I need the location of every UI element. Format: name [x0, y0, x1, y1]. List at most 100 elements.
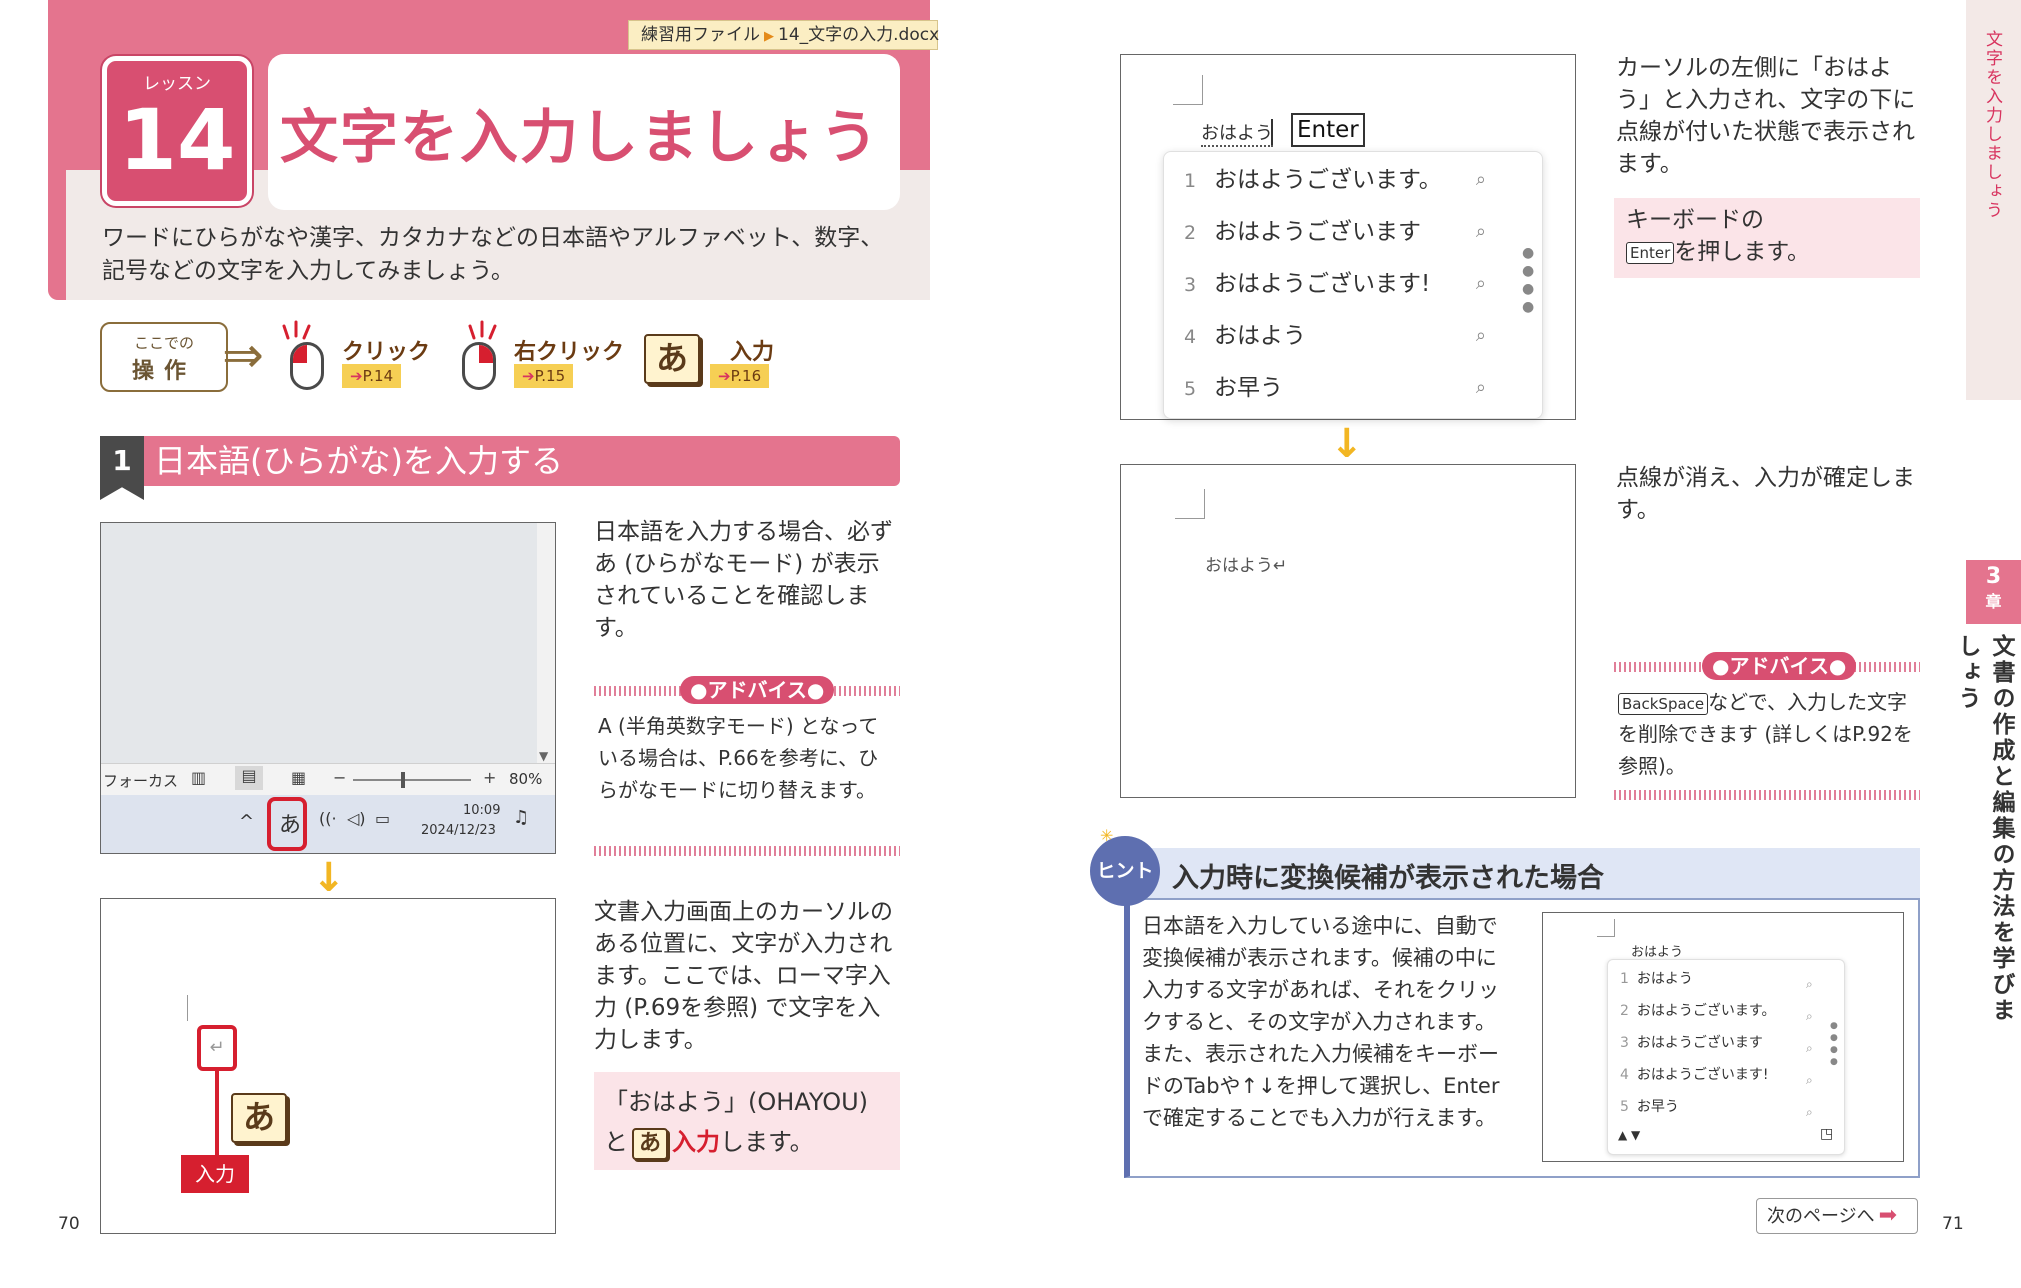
candidate-item[interactable]: 4 おはよう ⌕	[1164, 310, 1542, 362]
practice-file-label: 練習用ファイル	[641, 25, 760, 45]
advice1-label: ●アドバイス●	[680, 676, 835, 704]
candidate-screenshot: おはよう Enter 1 おはようございます。 ⌕ 2 おはようございます ⌕ 3 おはよ…	[1120, 54, 1576, 420]
read-mode-icon[interactable]: ▥	[191, 768, 206, 787]
search-icon[interactable]: ⌕	[1476, 154, 1486, 206]
document-screenshot: ↵ 入力 あ	[100, 898, 556, 1234]
focus-mode-label[interactable]: フォーカス	[103, 770, 178, 791]
taskbar-screenshot: ▼ フォーカス ▥ ▤ ▦ − + 80% ^ あ ((· ◁) ▭ 10:09…	[100, 522, 556, 854]
mini-candidate-item[interactable]: 3 おはようございます	[1620, 1032, 1763, 1052]
operation-right-click-label: 右クリック	[514, 340, 625, 365]
sparkle-icon: ✳	[1100, 826, 1114, 845]
print-layout-icon[interactable]: ▤	[235, 766, 263, 790]
chapter-number: 3	[1985, 564, 2002, 589]
document-area	[101, 523, 537, 763]
web-layout-icon[interactable]: ▦	[291, 768, 306, 787]
backspace-keycap: BackSpace	[1618, 692, 1709, 715]
clock-date[interactable]: 2024/12/23	[421, 823, 496, 838]
title-box: 文字を入力しましょう	[268, 54, 900, 210]
search-icon[interactable]: ⌕	[1476, 258, 1486, 310]
advice1-text: A (半角英数字モード) となっている場合は、P.66を参考に、ひらがなモードに…	[598, 714, 879, 802]
chevron-up-icon[interactable]: ^	[239, 811, 254, 832]
arrow-ref-icon: ➔	[522, 367, 535, 385]
ime-a-key-icon: あ	[231, 1093, 287, 1143]
margin-mark	[1175, 489, 1205, 519]
arrow-down-icon: ↓	[312, 855, 346, 901]
arrow-ref-icon: ➔	[350, 367, 363, 385]
scroll-down-icon[interactable]: ▼	[539, 749, 548, 763]
right-click-icon	[462, 342, 496, 390]
candidate-item[interactable]: 1 おはようございます。 ⌕	[1164, 154, 1542, 206]
step2-note-line2: とあ入力します。	[604, 1122, 890, 1162]
next-page-label: 次のページへ	[1767, 1206, 1875, 1227]
search-icon[interactable]: ⌕	[1476, 310, 1486, 362]
header-left-stripe	[48, 0, 66, 300]
hint-badge: ヒント	[1090, 836, 1160, 906]
operations-label-top: ここでの	[133, 334, 194, 352]
zoom-slider[interactable]	[353, 779, 471, 781]
running-title: 文字を入力しましょう	[1982, 30, 2002, 220]
mini-candidate-item[interactable]: 2 おはようございます。	[1620, 1000, 1776, 1020]
left-click-icon	[290, 342, 324, 390]
scrollbar[interactable]	[537, 523, 555, 763]
operations-box: ここでの 操作	[100, 322, 228, 392]
input-callout: 入力	[181, 1155, 249, 1193]
intro-line-1: ワードにひらがなや漢字、カタカナなどの日本語やアルファベット、数字、	[102, 225, 884, 251]
battery-icon[interactable]: ▭	[375, 809, 390, 828]
next-page-button[interactable]: 次のページへ ➡	[1756, 1198, 1918, 1234]
operations-label-bottom: 操作	[131, 359, 196, 384]
step1-text: 日本語を入力する場合、必ず あ (ひらがなモード) が表示されていることを確認し…	[594, 519, 893, 641]
step2-text: 文書入力画面上のカーソルのある位置に、文字が入力されます。ここでは、ローマ字入力…	[594, 899, 893, 1053]
zoom-level[interactable]: 80%	[509, 770, 542, 788]
page-number-left: 70	[58, 1214, 80, 1234]
step3-note: キーボードの Enter を押します。	[1614, 198, 1920, 278]
bell-icon[interactable]: ♫	[513, 807, 529, 828]
search-icon-column: ⌕ ⌕ ⌕ ⌕ ⌕	[1806, 977, 1813, 1119]
search-icon[interactable]: ⌕	[1476, 206, 1486, 258]
speaker-icon[interactable]: ◁)	[347, 809, 366, 828]
more-options-icon[interactable]: ● ● ● ●	[1522, 244, 1534, 316]
mini-candidate-item[interactable]: 4 おはようございます!	[1620, 1064, 1769, 1084]
step3-text: カーソルの左側に「おはよう」と入力され、文字の下に点線が付いた状態で表示されます…	[1616, 55, 1916, 177]
operation-input-ref: ➔P.16	[710, 364, 770, 388]
page-up-down-icon[interactable]: ▲ ▼	[1618, 1128, 1640, 1142]
clock-time[interactable]: 10:09	[463, 803, 500, 818]
ime-a-key-icon: あ	[632, 1128, 668, 1160]
zoom-slider-thumb[interactable]	[401, 772, 405, 788]
hint-title: 入力時に変換候補が表示された場合	[1172, 863, 1604, 894]
page-title: 文字を入力しましょう	[280, 103, 881, 171]
mini-candidate-item[interactable]: 1 おはよう	[1620, 968, 1693, 988]
more-options-icon[interactable]: ● ● ● ●	[1830, 1020, 1838, 1068]
mini-candidate-item[interactable]: 5 お早う	[1620, 1096, 1679, 1116]
hint-screenshot: おはよう 1 おはよう 2 おはようございます。 3 おはようございます 4 おはようご…	[1542, 912, 1904, 1162]
text-cursor	[1271, 119, 1273, 145]
practice-file-tag: 練習用ファイル ▶ 14_文字の入力.docx	[628, 20, 939, 50]
step2-note: 「おはよう」(OHAYOU) とあ入力します。	[594, 1072, 900, 1170]
triangle-right-icon: ▶	[764, 29, 774, 44]
confirmed-screenshot: おはよう↵	[1120, 464, 1576, 798]
operation-click-ref: ➔P.14	[342, 364, 402, 388]
step3-note-line1: キーボードの	[1626, 207, 1764, 233]
operation-right-click-ref: ➔P.15	[514, 364, 574, 388]
zoom-out-icon[interactable]: −	[333, 768, 346, 787]
typed-text: おはよう	[1201, 119, 1273, 147]
windows-taskbar: ^ あ ((· ◁) ▭ 10:09 2024/12/23 ♫	[101, 795, 555, 853]
search-icon[interactable]: ⌕	[1476, 362, 1486, 414]
lesson-badge: レッスン 14	[102, 56, 252, 206]
step2-note-line1: 「おはよう」(OHAYOU)	[604, 1088, 869, 1116]
page-number-right: 71	[1942, 1214, 1964, 1234]
arrow-ref-icon: ➔	[718, 367, 731, 385]
chapter-tab: 3 章	[1966, 560, 2021, 624]
zoom-in-icon[interactable]: +	[483, 768, 496, 787]
wifi-icon[interactable]: ((·	[319, 809, 337, 828]
candidate-item[interactable]: 3 おはようございます! ⌕	[1164, 258, 1542, 310]
mini-typed-text: おはよう	[1631, 941, 1684, 961]
advice2-text: BackSpace などで、入力した文字を削除できます (詳しくはP.92を参照)…	[1618, 690, 1913, 778]
step4-text: 点線が消え、入力が確定します。	[1616, 465, 1915, 523]
intro-line-2: 記号などの文字を入力してみましょう。	[102, 258, 514, 284]
advice1-bottom-border	[594, 846, 900, 856]
candidate-item[interactable]: 2 おはようございます ⌕	[1164, 206, 1542, 258]
candidate-item[interactable]: 5 お早う ⌕	[1164, 362, 1542, 414]
operation-input-label: 入力	[730, 340, 775, 365]
arrow-down-icon: ↓	[1330, 421, 1364, 467]
settings-icon[interactable]: ◳	[1820, 1126, 1833, 1142]
